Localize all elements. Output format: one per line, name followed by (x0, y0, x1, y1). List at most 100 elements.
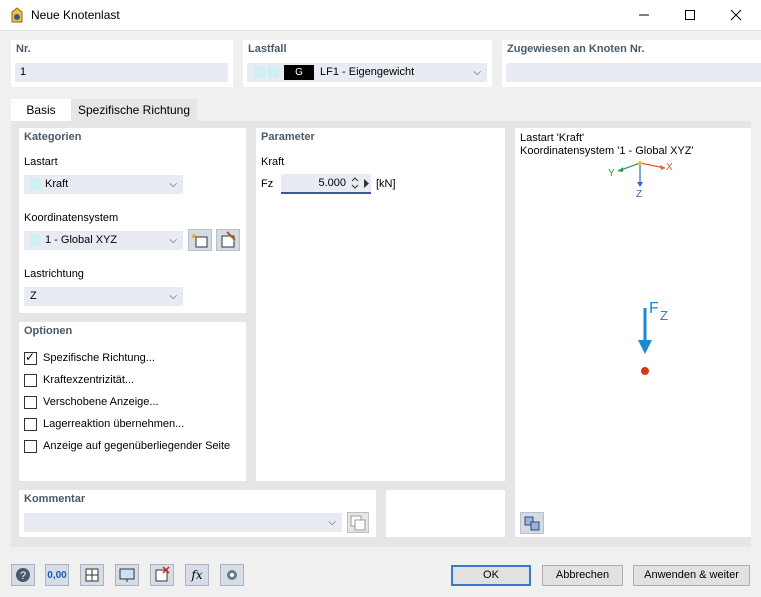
axis-x-label: X (666, 162, 673, 173)
chevron-down-icon: ⌵ (169, 179, 177, 190)
option-label: Verschobene Anzeige... (43, 396, 159, 408)
checkbox-kraftexzentrizitaet[interactable] (24, 374, 37, 387)
chevron-down-icon: ⌵ (473, 67, 481, 78)
lastfall-swatch-2 (268, 67, 279, 78)
assigned-label: Zugewiesen an Knoten Nr. (507, 43, 645, 55)
node-point (641, 367, 649, 375)
maximize-icon (684, 10, 695, 20)
koord-label: Koordinatensystem (24, 212, 119, 224)
view-button[interactable] (115, 564, 139, 586)
chevron-down-icon: ⌵ (169, 235, 177, 246)
option-label: Lagerreaktion übernehmen... (43, 418, 185, 430)
spin-arrows-icon[interactable] (351, 176, 359, 190)
option-label: Spezifische Richtung... (43, 352, 155, 364)
formula-icon: fx (191, 568, 203, 582)
bottom-bar: ? 0,00 fx OK Abbrechen Anwenden & weiter (0, 556, 761, 597)
kommentar-title: Kommentar (24, 493, 86, 505)
checkbox-spezifische-richtung[interactable] (24, 350, 37, 365)
richtung-label: Lastrichtung (24, 268, 84, 280)
fz-value: 5.000 (318, 177, 346, 189)
checkbox-gegenueberliegende-seite[interactable] (24, 440, 37, 453)
maximize-button[interactable] (667, 0, 712, 30)
kategorien-title: Kategorien (24, 131, 82, 143)
richtung-value: Z (30, 290, 37, 302)
assigned-field[interactable] (506, 63, 761, 82)
nr-field[interactable]: 1 (15, 63, 228, 82)
apply-button[interactable]: Anwenden & weiter (633, 565, 750, 586)
checkbox-lagerreaktion[interactable] (24, 418, 37, 431)
preview-line2: Koordinatensystem '1 - Global XYZ' (520, 145, 694, 157)
kommentar-panel: Kommentar ⌵ (19, 490, 376, 537)
lastart-swatch (30, 179, 41, 190)
close-button[interactable] (713, 0, 758, 30)
empty-panel (386, 490, 505, 537)
copy-icon (350, 515, 366, 531)
option-label: Anzeige auf gegenüberliegender Seite (43, 440, 231, 452)
cancel-button[interactable]: Abbrechen (542, 565, 623, 586)
edit-coordsys-button[interactable] (216, 229, 240, 251)
chevron-down-icon: ⌵ (169, 291, 177, 302)
kommentar-library-button[interactable] (347, 512, 369, 533)
edit-coordsys-icon (221, 231, 236, 248)
tab-spezifische-richtung[interactable]: Spezifische Richtung (71, 99, 197, 121)
gear-icon (227, 570, 237, 580)
monitor-icon (119, 568, 135, 582)
svg-text:?: ? (20, 570, 26, 582)
window-title: Neue Knotenlast (31, 8, 120, 22)
preview-line1: Lastart 'Kraft' (520, 132, 585, 144)
close-icon (730, 9, 741, 21)
koord-value: 1 - Global XYZ (45, 234, 118, 246)
units-button[interactable]: 0,00 (45, 564, 69, 586)
koord-swatch (30, 235, 41, 246)
lastfall-badge: G (284, 65, 314, 80)
fz-label: Fz (261, 178, 274, 190)
assigned-panel: Zugewiesen an Knoten Nr. (502, 40, 761, 87)
fz-spinbox[interactable]: 5.000 (281, 174, 371, 194)
new-coordsys-button[interactable] (188, 229, 212, 251)
units-icon: 0,00 (47, 569, 67, 581)
optionen-title: Optionen (24, 325, 73, 337)
lastfall-label: Lastfall (248, 43, 287, 55)
minimize-button[interactable] (621, 0, 666, 30)
table-button[interactable] (80, 564, 104, 586)
lastfall-select[interactable]: G LF1 - Eigengewicht ⌵ (247, 63, 487, 82)
parameter-title: Parameter (261, 131, 315, 143)
view-options-icon (524, 516, 540, 531)
help-button[interactable]: ? (11, 564, 35, 586)
lastart-value: Kraft (45, 178, 69, 190)
settings-button[interactable] (220, 564, 244, 586)
title-bar: Neue Knotenlast (0, 0, 761, 31)
force-label: F (649, 300, 659, 317)
preview-options-button[interactable] (520, 512, 544, 534)
fz-unit: [kN] (376, 178, 396, 190)
tab-basis[interactable]: Basis (11, 99, 71, 121)
richtung-select[interactable]: Z ⌵ (24, 287, 183, 306)
kraft-label: Kraft (261, 156, 285, 168)
minimize-icon (638, 14, 649, 16)
axis-z-label: Z (636, 189, 643, 200)
koord-select[interactable]: 1 - Global XYZ ⌵ (24, 231, 183, 250)
delete-button[interactable] (150, 564, 174, 586)
app-icon (11, 7, 23, 23)
parameter-panel: Parameter Kraft Fz 5.000 [kN] (256, 128, 505, 481)
delete-icon (155, 566, 170, 582)
option-label: Kraftexzentrizität... (43, 374, 135, 386)
play-arrow-icon[interactable] (363, 179, 370, 188)
checkbox-verschobene-anzeige[interactable] (24, 396, 37, 409)
ok-button[interactable]: OK (451, 565, 531, 586)
new-coordsys-icon (191, 233, 208, 248)
force-subscript: Z (660, 308, 668, 323)
nr-panel: Nr. 1 (11, 40, 233, 87)
lastart-label: Lastart (24, 156, 58, 168)
lastfall-value: LF1 - Eigengewicht (320, 66, 415, 78)
lastfall-swatch-1 (254, 67, 265, 78)
table-icon (85, 568, 99, 582)
formula-button[interactable]: fx (185, 564, 209, 586)
nr-label: Nr. (16, 43, 31, 55)
kategorien-panel: Kategorien Lastart Kraft ⌵ Koordinatensy… (19, 128, 246, 313)
axis-y-label: Y (608, 168, 615, 179)
chevron-down-icon: ⌵ (328, 517, 336, 528)
optionen-panel: Optionen Spezifische Richtung... Kraftex… (19, 322, 246, 481)
kommentar-input[interactable]: ⌵ (24, 513, 342, 532)
lastart-select[interactable]: Kraft ⌵ (24, 175, 183, 194)
